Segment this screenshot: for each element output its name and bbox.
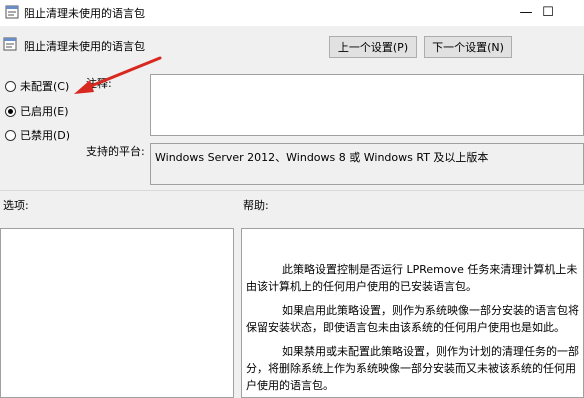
- radio-indicator-checked[interactable]: [5, 105, 16, 117]
- platform-field: Windows Server 2012、Windows 8 或 Windows …: [150, 143, 584, 185]
- annotation-arrow-icon: [74, 56, 162, 94]
- radio-enabled[interactable]: 已启用(E): [5, 103, 69, 119]
- radio-indicator[interactable]: [5, 129, 16, 141]
- radio-label: 已启用(E): [20, 105, 69, 118]
- policy-icon: [3, 37, 17, 51]
- policy-settings-icon: [5, 5, 19, 19]
- help-paragraph: 如果启用此策略设置，则作为系统映像一部分安装的语言包将保留安装状态，即使语言包未…: [246, 304, 579, 334]
- options-label: 选项:: [3, 199, 29, 212]
- previous-setting-button[interactable]: 上一个设置(P): [329, 36, 417, 58]
- comment-field[interactable]: [150, 74, 584, 136]
- help-label: 帮助:: [243, 199, 269, 212]
- help-paragraph: 此策略设置控制是否运行 LPRemove 任务来清理计算机上未由该计算机上的任何…: [246, 263, 578, 293]
- window-title: 阻止清理未使用的语言包: [24, 7, 145, 20]
- help-pane[interactable]: 此策略设置控制是否运行 LPRemove 任务来清理计算机上未由该计算机上的任何…: [241, 228, 584, 398]
- radio-disabled[interactable]: 已禁用(D): [5, 127, 70, 143]
- help-paragraph: 如果禁用或未配置此策略设置，则作为计划的清理任务的一部分，将删除系统上作为系统映…: [246, 345, 579, 392]
- platform-value: Windows Server 2012、Windows 8 或 Windows …: [155, 151, 489, 164]
- title-bar: 阻止清理未使用的语言包 — ☐: [0, 0, 584, 26]
- divider: [0, 190, 584, 191]
- maximize-button[interactable]: ☐: [528, 0, 568, 24]
- next-setting-button[interactable]: 下一个设置(N): [424, 36, 512, 58]
- options-pane: [0, 228, 234, 398]
- radio-label: 已禁用(D): [20, 129, 71, 142]
- platform-label: 支持的平台:: [86, 145, 145, 158]
- radio-indicator[interactable]: [5, 80, 16, 92]
